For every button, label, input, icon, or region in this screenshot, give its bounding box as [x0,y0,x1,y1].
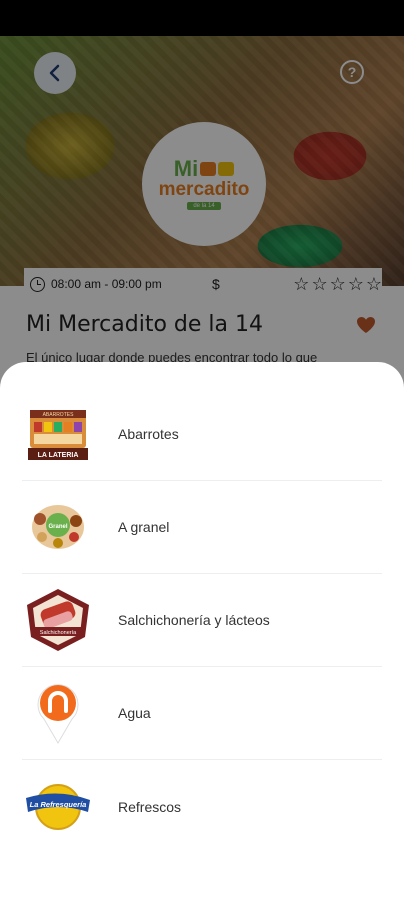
category-label: Abarrotes [118,426,179,442]
category-label: A granel [118,519,170,535]
granel-icon-text: Granel [48,524,67,530]
status-bar [0,0,404,36]
category-item-salchichoneria[interactable]: Salchichonería Salchichonería y lácteos [22,574,382,667]
salchichoneria-logo-icon: Salchichonería [22,584,94,656]
category-label: Agua [118,705,151,721]
category-label: Refrescos [118,798,182,815]
category-item-agua[interactable]: Agua [22,667,382,760]
category-item-a-granel[interactable]: Granel A granel [22,481,382,574]
category-item-abarrotes[interactable]: LA LATERIA ABARROTES Abarrotes [22,388,382,481]
category-label: Salchichonería y lácteos [118,612,270,628]
refresqueria-logo-icon: La Refresquería [22,771,94,843]
la-lateria-logo-icon: LA LATERIA ABARROTES [22,398,94,470]
category-bottom-sheet: LA LATERIA ABARROTES Abarrotes Granel A … [0,362,404,900]
salchichoneria-icon-text: Salchichonería [40,630,77,636]
lateria-icon-text: LA LATERIA [38,452,79,459]
refresqueria-icon-text: La Refresquería [30,800,87,809]
granel-logo-icon: Granel [22,491,94,563]
category-item-refrescos[interactable]: La Refresquería Refrescos [22,760,382,853]
water-pin-logo-icon [22,677,94,749]
lateria-icon-top: ABARROTES [43,412,75,418]
